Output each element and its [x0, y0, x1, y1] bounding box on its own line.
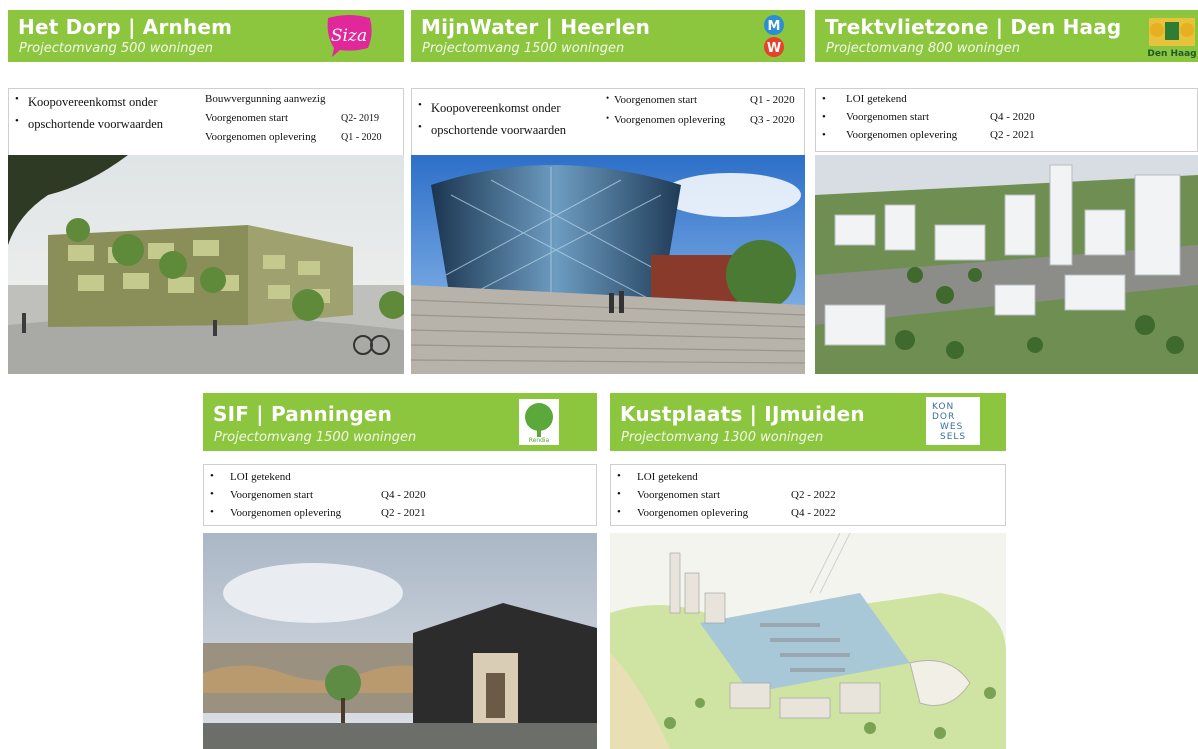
project-header: Trektvlietzone | Den Haag Projectomvang … [815, 10, 1198, 62]
project-card-kustplaats: Kustplaats | IJmuiden Projectomvang 1300… [610, 393, 1006, 749]
milestone-label: Voorgenomen start [230, 489, 313, 501]
project-image [203, 533, 597, 749]
milestone-label: Voorgenomen oplevering [846, 129, 958, 141]
den-haag-logo-text: Den Haag [1147, 49, 1196, 59]
milestone-value: Q4 - 2020 [381, 489, 426, 501]
svg-text:W: W [767, 41, 781, 56]
project-status-box: • LOI getekend • Voorgenomen start Q2 - … [610, 464, 1006, 526]
project-title: Het Dorp | Arnhem [18, 15, 233, 39]
status-text: opschortende voorwaarden [431, 123, 567, 137]
milestone-label: LOI getekend [637, 471, 698, 483]
project-card-trektvlietzone: Trektvlietzone | Den Haag Projectomvang … [815, 10, 1198, 374]
svg-text:WES: WES [940, 422, 963, 432]
project-header: SIF | Panningen Projectomvang 1500 wonin… [203, 393, 597, 451]
milestone-value: Q4 - 2022 [791, 507, 836, 519]
project-subtitle: Projectomvang 1500 woningen [214, 430, 417, 445]
milestone-label: Voorgenomen oplevering [637, 507, 749, 519]
status-text: Koopovereenkomst onder [28, 95, 158, 109]
rendia-logo: Rendia [519, 399, 559, 445]
milestone-label: Voorgenomen start [205, 112, 288, 124]
project-subtitle: Projectomvang 1500 woningen [422, 41, 625, 56]
milestone-label: Voorgenomen oplevering [205, 131, 317, 143]
project-status-box: • LOI getekend • Voorgenomen start Q4 - … [203, 464, 597, 526]
den-haag-logo: Den Haag [1145, 14, 1198, 60]
milestone-value: Q2 - 2022 [791, 489, 836, 501]
project-subtitle: Projectomvang 800 woningen [826, 41, 1021, 56]
project-subtitle: Projectomvang 1300 woningen [621, 430, 824, 445]
project-status-box: • Koopovereenkomst onder • opschortende … [8, 88, 404, 156]
project-subtitle: Projectomvang 500 woningen [19, 41, 214, 56]
project-title: SIF | Panningen [213, 402, 393, 426]
project-card-het-dorp: Het Dorp | Arnhem Projectomvang 500 woni… [8, 10, 404, 374]
milestone-label: LOI getekend [846, 93, 907, 105]
milestone-label: Bouwvergunning aanwezig [205, 93, 326, 105]
svg-text:KON: KON [932, 402, 954, 412]
siza-logo: Siza [324, 14, 374, 58]
project-header: Het Dorp | Arnhem Projectomvang 500 woni… [8, 10, 404, 62]
project-image [610, 533, 1006, 749]
project-card-mijnwater: MijnWater | Heerlen Projectomvang 1500 w… [411, 10, 805, 374]
kondor-wessels-logo: KON DOR WES SELS [926, 397, 980, 445]
milestone-value: Q1 - 2020 [341, 132, 382, 143]
project-status-box: • Koopovereenkomst onder • opschortende … [411, 88, 805, 156]
project-title: Trektvlietzone | Den Haag [825, 15, 1122, 39]
project-status-box: • LOI getekend • Voorgenomen start Q4 - … [815, 88, 1198, 152]
milestone-label: Voorgenomen start [637, 489, 720, 501]
milestone-label: Voorgenomen oplevering [614, 114, 726, 126]
mijnwater-logo: M W [759, 14, 789, 58]
milestone-value: Q2- 2019 [341, 113, 380, 124]
svg-text:DOR: DOR [932, 412, 955, 422]
siza-logo-text: Siza [331, 26, 367, 46]
project-image [8, 155, 404, 374]
milestone-label: Voorgenomen start [614, 94, 697, 106]
status-text: Koopovereenkomst onder [431, 101, 561, 115]
svg-text:M: M [768, 19, 781, 34]
project-image [411, 155, 805, 374]
milestone-label: LOI getekend [230, 471, 291, 483]
status-text: opschortende voorwaarden [28, 117, 164, 131]
milestone-value: Q2 - 2021 [381, 507, 426, 519]
rendia-logo-text: Rendia [529, 437, 550, 444]
milestone-value: Q4 - 2020 [990, 111, 1035, 123]
milestone-value: Q2 - 2021 [990, 129, 1035, 141]
project-title: Kustplaats | IJmuiden [620, 402, 865, 426]
project-header: Kustplaats | IJmuiden Projectomvang 1300… [610, 393, 1006, 451]
milestone-label: Voorgenomen oplevering [230, 507, 342, 519]
project-image [815, 155, 1198, 374]
milestone-value: Q3 - 2020 [750, 114, 795, 126]
project-title: MijnWater | Heerlen [421, 15, 651, 39]
milestone-value: Q1 - 2020 [750, 94, 795, 106]
milestone-label: Voorgenomen start [846, 111, 929, 123]
project-header: MijnWater | Heerlen Projectomvang 1500 w… [411, 10, 805, 62]
svg-text:SELS: SELS [940, 432, 966, 442]
project-card-sif: SIF | Panningen Projectomvang 1500 wonin… [203, 393, 597, 749]
